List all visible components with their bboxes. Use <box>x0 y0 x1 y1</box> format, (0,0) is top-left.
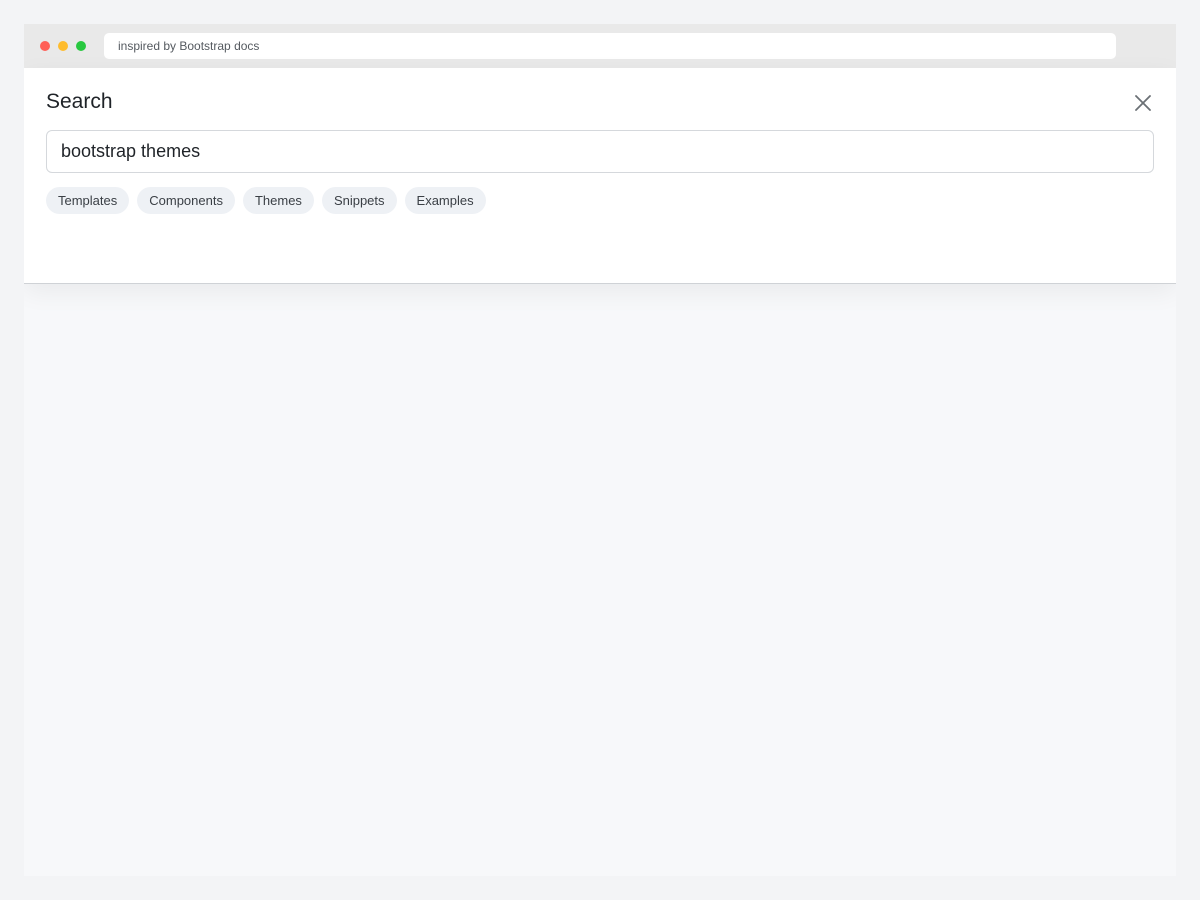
window-minimize-dot[interactable] <box>58 41 68 51</box>
chip-components[interactable]: Components <box>137 187 235 214</box>
close-button[interactable] <box>1132 92 1154 114</box>
suggestion-chips: Templates Components Themes Snippets Exa… <box>46 187 486 214</box>
chip-templates[interactable]: Templates <box>46 187 130 214</box>
chip-examples[interactable]: Examples <box>404 187 486 214</box>
window-maximize-dot[interactable] <box>76 41 86 51</box>
window-close-dot[interactable] <box>40 41 50 51</box>
close-icon <box>1135 95 1151 111</box>
search-panel: Search Templates Components Themes Snipp… <box>24 68 1176 284</box>
search-input[interactable] <box>46 130 1154 173</box>
chip-themes[interactable]: Themes <box>242 187 314 214</box>
window-titlebar: inspired by Bootstrap docs <box>24 24 1176 68</box>
address-bar[interactable]: inspired by Bootstrap docs <box>104 33 1116 59</box>
panel-title: Search <box>46 90 113 113</box>
chip-snippets[interactable]: Snippets <box>321 187 397 214</box>
browser-window: inspired by Bootstrap docs Search Templa… <box>24 24 1176 876</box>
